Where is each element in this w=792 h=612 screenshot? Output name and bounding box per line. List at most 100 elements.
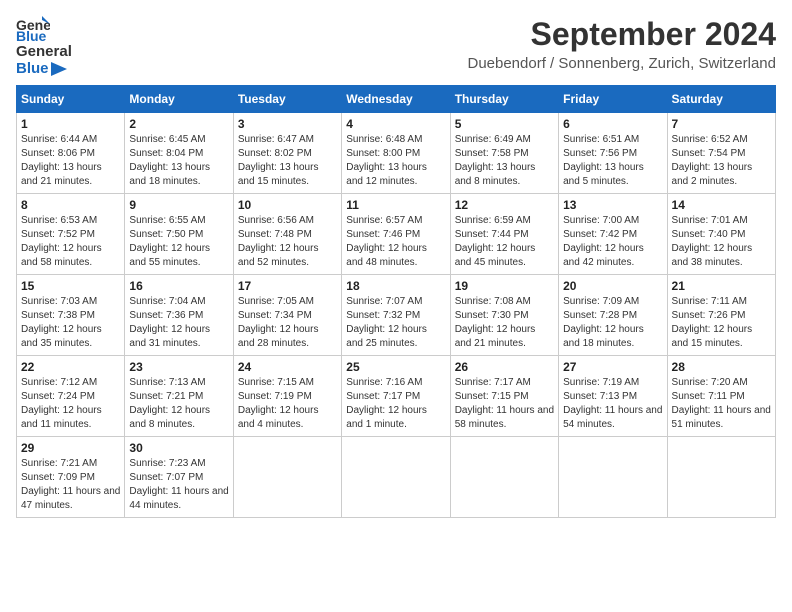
logo: General Blue General Blue (16, 16, 72, 77)
col-sunday: Sunday (17, 86, 125, 113)
table-row: 8 Sunrise: 6:53 AM Sunset: 7:52 PM Dayli… (17, 194, 125, 275)
cell-info: Sunrise: 7:09 AM Sunset: 7:28 PM Dayligh… (563, 295, 662, 351)
day-number: 9 (129, 198, 228, 212)
day-number: 27 (563, 360, 662, 374)
logo-general: General (16, 44, 72, 61)
cell-info: Sunrise: 7:19 AM Sunset: 7:13 PM Dayligh… (563, 376, 662, 432)
col-thursday: Thursday (450, 86, 558, 113)
logo-chevron-icon (51, 62, 67, 76)
table-row: 29 Sunrise: 7:21 AM Sunset: 7:09 PM Dayl… (17, 437, 125, 518)
col-wednesday: Wednesday (342, 86, 450, 113)
day-number: 4 (346, 117, 445, 131)
day-number: 6 (563, 117, 662, 131)
cell-info: Sunrise: 7:05 AM Sunset: 7:34 PM Dayligh… (238, 295, 337, 351)
table-row: 21 Sunrise: 7:11 AM Sunset: 7:26 PM Dayl… (667, 275, 775, 356)
cell-info: Sunrise: 6:45 AM Sunset: 8:04 PM Dayligh… (129, 133, 228, 189)
table-row: 12 Sunrise: 6:59 AM Sunset: 7:44 PM Dayl… (450, 194, 558, 275)
table-row: 20 Sunrise: 7:09 AM Sunset: 7:28 PM Dayl… (559, 275, 667, 356)
table-row: 23 Sunrise: 7:13 AM Sunset: 7:21 PM Dayl… (125, 356, 233, 437)
month-title: September 2024 (467, 16, 776, 53)
cell-info: Sunrise: 7:07 AM Sunset: 7:32 PM Dayligh… (346, 295, 445, 351)
day-number: 23 (129, 360, 228, 374)
table-row: 11 Sunrise: 6:57 AM Sunset: 7:46 PM Dayl… (342, 194, 450, 275)
cell-info: Sunrise: 6:53 AM Sunset: 7:52 PM Dayligh… (21, 214, 120, 270)
location-subtitle: Duebendorf / Sonnenberg, Zurich, Switzer… (467, 55, 776, 72)
cell-info: Sunrise: 6:52 AM Sunset: 7:54 PM Dayligh… (672, 133, 771, 189)
cell-info: Sunrise: 7:17 AM Sunset: 7:15 PM Dayligh… (455, 376, 554, 432)
cell-info: Sunrise: 7:00 AM Sunset: 7:42 PM Dayligh… (563, 214, 662, 270)
table-row: 6 Sunrise: 6:51 AM Sunset: 7:56 PM Dayli… (559, 113, 667, 194)
day-number: 18 (346, 279, 445, 293)
day-number: 26 (455, 360, 554, 374)
cell-info: Sunrise: 7:15 AM Sunset: 7:19 PM Dayligh… (238, 376, 337, 432)
table-row: 4 Sunrise: 6:48 AM Sunset: 8:00 PM Dayli… (342, 113, 450, 194)
day-number: 17 (238, 279, 337, 293)
table-row: 14 Sunrise: 7:01 AM Sunset: 7:40 PM Dayl… (667, 194, 775, 275)
table-row: 15 Sunrise: 7:03 AM Sunset: 7:38 PM Dayl… (17, 275, 125, 356)
day-number: 21 (672, 279, 771, 293)
cell-info: Sunrise: 7:20 AM Sunset: 7:11 PM Dayligh… (672, 376, 771, 432)
day-number: 14 (672, 198, 771, 212)
day-number: 15 (21, 279, 120, 293)
table-row: 1 Sunrise: 6:44 AM Sunset: 8:06 PM Dayli… (17, 113, 125, 194)
cell-info: Sunrise: 7:23 AM Sunset: 7:07 PM Dayligh… (129, 457, 228, 513)
cell-info: Sunrise: 7:21 AM Sunset: 7:09 PM Dayligh… (21, 457, 120, 513)
col-tuesday: Tuesday (233, 86, 341, 113)
cell-info: Sunrise: 7:01 AM Sunset: 7:40 PM Dayligh… (672, 214, 771, 270)
table-row: 19 Sunrise: 7:08 AM Sunset: 7:30 PM Dayl… (450, 275, 558, 356)
cell-info: Sunrise: 6:49 AM Sunset: 7:58 PM Dayligh… (455, 133, 554, 189)
table-row: 24 Sunrise: 7:15 AM Sunset: 7:19 PM Dayl… (233, 356, 341, 437)
table-row: 7 Sunrise: 6:52 AM Sunset: 7:54 PM Dayli… (667, 113, 775, 194)
day-number: 28 (672, 360, 771, 374)
cell-info: Sunrise: 6:48 AM Sunset: 8:00 PM Dayligh… (346, 133, 445, 189)
table-row (450, 437, 558, 518)
table-row (233, 437, 341, 518)
day-number: 22 (21, 360, 120, 374)
cell-info: Sunrise: 6:57 AM Sunset: 7:46 PM Dayligh… (346, 214, 445, 270)
logo-icon: General Blue (16, 16, 50, 42)
day-number: 16 (129, 279, 228, 293)
table-row: 28 Sunrise: 7:20 AM Sunset: 7:11 PM Dayl… (667, 356, 775, 437)
day-number: 10 (238, 198, 337, 212)
day-number: 5 (455, 117, 554, 131)
svg-text:Blue: Blue (16, 28, 47, 42)
table-row (559, 437, 667, 518)
col-monday: Monday (125, 86, 233, 113)
cell-info: Sunrise: 6:47 AM Sunset: 8:02 PM Dayligh… (238, 133, 337, 189)
week-row-1: 1 Sunrise: 6:44 AM Sunset: 8:06 PM Dayli… (17, 113, 776, 194)
calendar-header-row: Sunday Monday Tuesday Wednesday Thursday… (17, 86, 776, 113)
table-row: 13 Sunrise: 7:00 AM Sunset: 7:42 PM Dayl… (559, 194, 667, 275)
cell-info: Sunrise: 7:16 AM Sunset: 7:17 PM Dayligh… (346, 376, 445, 432)
day-number: 3 (238, 117, 337, 131)
table-row: 9 Sunrise: 6:55 AM Sunset: 7:50 PM Dayli… (125, 194, 233, 275)
day-number: 13 (563, 198, 662, 212)
calendar-table: Sunday Monday Tuesday Wednesday Thursday… (16, 85, 776, 518)
cell-info: Sunrise: 7:08 AM Sunset: 7:30 PM Dayligh… (455, 295, 554, 351)
day-number: 12 (455, 198, 554, 212)
day-number: 29 (21, 441, 120, 455)
cell-info: Sunrise: 6:59 AM Sunset: 7:44 PM Dayligh… (455, 214, 554, 270)
week-row-3: 15 Sunrise: 7:03 AM Sunset: 7:38 PM Dayl… (17, 275, 776, 356)
cell-info: Sunrise: 7:04 AM Sunset: 7:36 PM Dayligh… (129, 295, 228, 351)
cell-info: Sunrise: 6:56 AM Sunset: 7:48 PM Dayligh… (238, 214, 337, 270)
day-number: 19 (455, 279, 554, 293)
table-row: 16 Sunrise: 7:04 AM Sunset: 7:36 PM Dayl… (125, 275, 233, 356)
col-friday: Friday (559, 86, 667, 113)
week-row-2: 8 Sunrise: 6:53 AM Sunset: 7:52 PM Dayli… (17, 194, 776, 275)
day-number: 8 (21, 198, 120, 212)
cell-info: Sunrise: 6:44 AM Sunset: 8:06 PM Dayligh… (21, 133, 120, 189)
table-row (667, 437, 775, 518)
table-row (342, 437, 450, 518)
table-row: 17 Sunrise: 7:05 AM Sunset: 7:34 PM Dayl… (233, 275, 341, 356)
table-row: 26 Sunrise: 7:17 AM Sunset: 7:15 PM Dayl… (450, 356, 558, 437)
cell-info: Sunrise: 6:51 AM Sunset: 7:56 PM Dayligh… (563, 133, 662, 189)
table-row: 2 Sunrise: 6:45 AM Sunset: 8:04 PM Dayli… (125, 113, 233, 194)
day-number: 24 (238, 360, 337, 374)
cell-info: Sunrise: 7:11 AM Sunset: 7:26 PM Dayligh… (672, 295, 771, 351)
day-number: 30 (129, 441, 228, 455)
day-number: 2 (129, 117, 228, 131)
day-number: 11 (346, 198, 445, 212)
cell-info: Sunrise: 7:12 AM Sunset: 7:24 PM Dayligh… (21, 376, 120, 432)
cell-info: Sunrise: 7:13 AM Sunset: 7:21 PM Dayligh… (129, 376, 228, 432)
table-row: 25 Sunrise: 7:16 AM Sunset: 7:17 PM Dayl… (342, 356, 450, 437)
